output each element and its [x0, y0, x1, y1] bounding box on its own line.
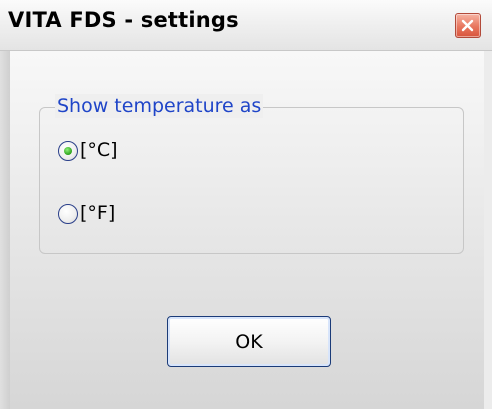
radio-button-celsius[interactable] [58, 141, 78, 161]
groupbox-label: Show temperature as [55, 94, 264, 118]
window-title: VITA FDS - settings [8, 8, 239, 32]
radio-selected-dot [64, 147, 72, 155]
settings-window: VITA FDS - settings Show temperature as … [0, 0, 492, 409]
radio-button-fahrenheit[interactable] [58, 204, 78, 224]
close-button[interactable] [455, 13, 481, 38]
ok-button[interactable]: OK [167, 316, 331, 367]
close-icon [461, 19, 474, 32]
radio-label-celsius[interactable]: [°C] [80, 138, 118, 162]
title-bar: VITA FDS - settings [0, 0, 492, 51]
radio-label-fahrenheit[interactable]: [°F] [80, 201, 115, 225]
temperature-groupbox [39, 107, 464, 254]
